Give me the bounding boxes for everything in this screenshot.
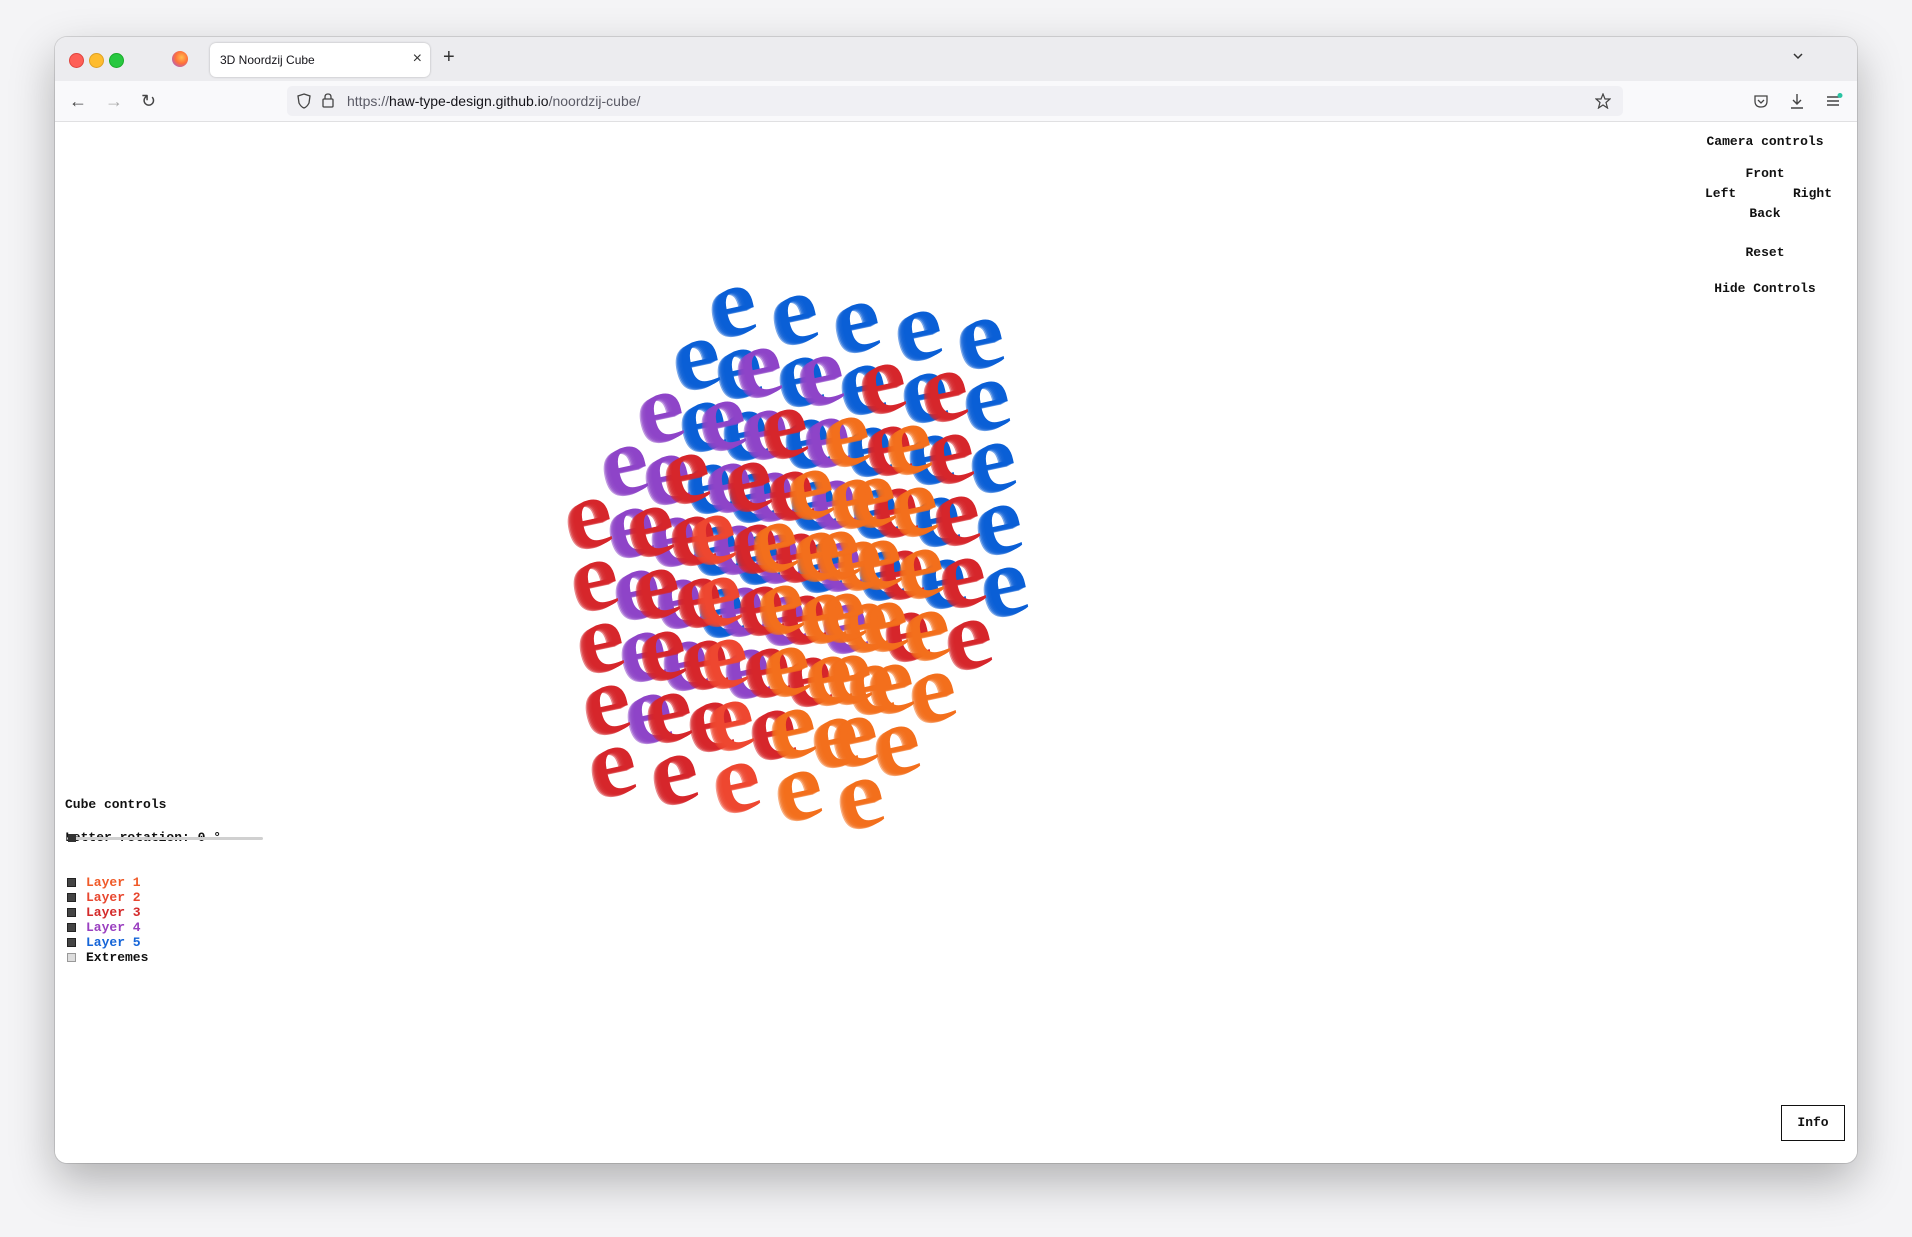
hide-controls-button[interactable]: Hide Controls	[1685, 281, 1845, 296]
layer-5-toggle[interactable]: Layer 5	[67, 935, 141, 950]
navigation-toolbar: ← → ↻ https://haw-type-design.github.io/…	[55, 81, 1857, 122]
info-button[interactable]: Info	[1781, 1105, 1845, 1141]
firefox-icon	[172, 51, 188, 67]
address-bar[interactable]: https://haw-type-design.github.io/noordz…	[287, 86, 1623, 116]
slider-track	[67, 837, 263, 840]
camera-front-button[interactable]: Front	[1685, 166, 1845, 181]
forward-arrow-icon[interactable]: →	[105, 91, 123, 111]
pocket-icon[interactable]	[1753, 93, 1769, 109]
extremes-toggle[interactable]: Extremes	[67, 950, 148, 965]
page-content: eeeeeeeeeeeeeeeeeeeeeeeeeeeeeeeeeeeeeeee…	[55, 122, 1857, 1163]
back-arrow-icon[interactable]: ←	[69, 91, 87, 111]
browser-window: 3D Noordzij Cube × + ← → ↻ https://haw-t…	[55, 37, 1857, 1163]
letter-rotation-slider[interactable]	[67, 834, 263, 842]
reload-icon[interactable]: ↻	[141, 91, 156, 111]
camera-right-button[interactable]: Right	[1793, 186, 1832, 201]
zoom-window-button[interactable]	[109, 53, 124, 68]
slider-thumb[interactable]	[68, 834, 76, 842]
plus-icon[interactable]: +	[443, 47, 455, 67]
checkbox[interactable]	[67, 923, 76, 933]
minimize-window-button[interactable]	[89, 53, 104, 68]
camera-back-button[interactable]: Back	[1685, 206, 1845, 221]
chevron-down-icon[interactable]	[1793, 51, 1803, 61]
cube-controls-heading: Cube controls	[65, 797, 167, 812]
star-icon[interactable]	[1595, 93, 1611, 109]
download-icon[interactable]	[1789, 92, 1805, 110]
tab-bar: 3D Noordzij Cube × +	[55, 37, 1857, 81]
tab-active[interactable]: 3D Noordzij Cube ×	[210, 43, 430, 77]
camera-reset-button[interactable]: Reset	[1685, 245, 1845, 260]
layer-2-toggle[interactable]: Layer 2	[67, 890, 141, 905]
close-icon[interactable]: ×	[413, 49, 422, 69]
checkbox[interactable]	[67, 938, 76, 948]
checkbox[interactable]	[67, 893, 76, 903]
layer-3-toggle[interactable]: Layer 3	[67, 905, 141, 920]
checkbox[interactable]	[67, 908, 76, 918]
noordzij-cube-canvas[interactable]: eeeeeeeeeeeeeeeeeeeeeeeeeeeeeeeeeeeeeeee…	[55, 122, 1857, 1163]
layer-4-toggle[interactable]: Layer 4	[67, 920, 141, 935]
camera-controls-heading: Camera controls	[1706, 134, 1824, 149]
menu-icon[interactable]	[1825, 93, 1843, 109]
camera-left-button[interactable]: Left	[1705, 186, 1736, 201]
checkbox[interactable]	[67, 878, 76, 888]
close-window-button[interactable]	[69, 53, 84, 68]
lock-icon[interactable]	[321, 92, 335, 108]
shield-icon[interactable]	[297, 93, 311, 109]
tab-title: 3D Noordzij Cube	[220, 53, 315, 67]
layer-1-toggle[interactable]: Layer 1	[67, 875, 141, 890]
checkbox[interactable]	[67, 953, 76, 963]
url-text[interactable]: https://haw-type-design.github.io/noordz…	[347, 93, 640, 109]
